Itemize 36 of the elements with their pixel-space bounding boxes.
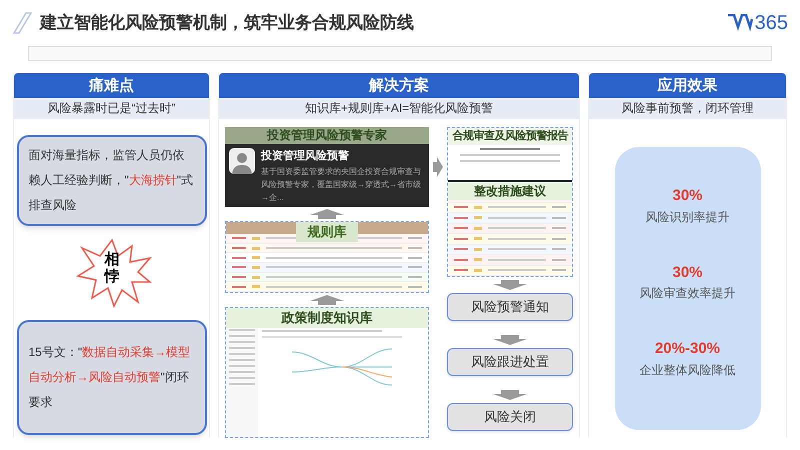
arrow-icon [493, 335, 527, 345]
arrow-icon [433, 157, 443, 177]
knowledge-base-title: 政策制度知识库 [226, 308, 428, 328]
column-header: 应用效果 [589, 73, 786, 98]
column-header: 痛难点 [14, 73, 209, 98]
rectification-title: 整改措施建议 [448, 182, 572, 200]
process-step: 风险关闭 [447, 403, 573, 431]
expert-banner: 投资管理风险预警专家 [225, 127, 429, 144]
metric-label: 风险识别率提升 [646, 208, 730, 226]
process-step: 风险预警通知 [447, 293, 573, 321]
column-subheader: 风险事前预警，闭环管理 [589, 98, 786, 119]
column-subheader: 风险暴露时已是“过去时” [14, 98, 209, 119]
metric-value: 20%-30% [654, 339, 720, 359]
logo-text: 365 [754, 11, 788, 36]
report-title: 合规审查及风险预警报告 [448, 128, 572, 144]
column-subheader: 知识库+规则库+AI=智能化风险预警 [219, 98, 579, 119]
expert-description: 基于国资委监管要求的央国企投资合规审查与风险预警专家，覆盖国家级→穿透式→省市级→企... [261, 166, 422, 204]
arrow-icon [493, 280, 527, 290]
arrow-icon [493, 390, 527, 400]
w-logo-icon [726, 14, 753, 32]
arrow-icon [310, 209, 344, 219]
expert-name: 投资管理风险预警 [261, 148, 350, 164]
slash-logo-icon [12, 12, 32, 34]
metric-value: 30% [672, 186, 703, 206]
metric-label: 风险审查效率提升 [640, 285, 736, 302]
avatar-icon [229, 148, 255, 174]
slide-title: 建立智能化风险预警机制，筑牢业务合规风险防线 [40, 12, 415, 34]
process-step: 风险跟进处置 [447, 348, 573, 376]
column-header: 解决方案 [219, 73, 579, 98]
metric-value: 30% [672, 262, 703, 282]
pain-point-card: 15号文："数据自动采集→模型自动分析→风险自动预警"闭环要求 [16, 320, 206, 435]
rule-library-title: 规则库 [296, 222, 358, 242]
arrow-icon [310, 295, 344, 305]
pain-point-card: 面对海量指标，监管人员仍依赖人工经验判断，"大海捞针"式排查风险 [16, 135, 206, 226]
burst-text: 相悖 [104, 252, 120, 285]
metric-label: 企业整体风险降低 [640, 362, 736, 378]
